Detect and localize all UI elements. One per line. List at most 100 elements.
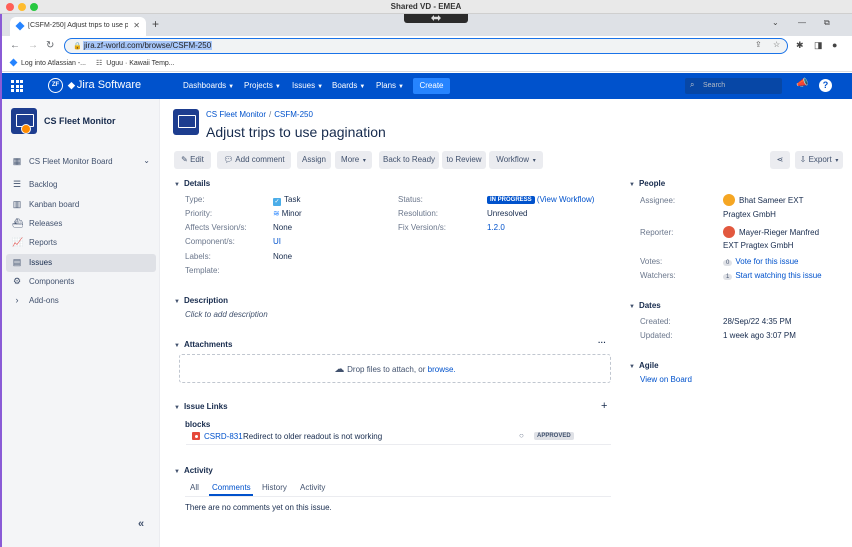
- jira-logo-icon: ◆: [68, 80, 75, 90]
- nav-issues[interactable]: Issues ▼: [292, 81, 323, 90]
- close-tab-icon[interactable]: ✕: [133, 21, 140, 30]
- board-selector[interactable]: ▦ CS Fleet Monitor Board ⌄: [6, 153, 156, 171]
- watch-link[interactable]: Start watching this issue: [735, 271, 821, 280]
- activity-heading-label: Activity: [183, 466, 213, 475]
- attachment-dropzone[interactable]: ☁ Drop files to attach, or browse.: [179, 354, 611, 383]
- extensions-puzzle-icon[interactable]: ✱: [796, 40, 804, 51]
- lock-icon[interactable]: 🔒: [73, 42, 82, 50]
- to-review-button[interactable]: to Review: [442, 151, 486, 169]
- atlassian-icon: [9, 58, 18, 67]
- jira-brand[interactable]: ◆ Jira Software: [68, 79, 141, 91]
- nav-dashboards[interactable]: Dashboards ▼: [183, 81, 234, 90]
- url-text[interactable]: jira.zf-world.com/browse/CSFM-250: [83, 41, 213, 50]
- bookmark-uguu[interactable]: ☷ Uguu · Kawaii Temp...: [96, 59, 175, 67]
- export-icon: ⇩: [799, 155, 809, 164]
- agile-heading[interactable]: ▼ Agile: [629, 361, 659, 370]
- browse-link[interactable]: browse.: [428, 365, 456, 374]
- description-placeholder[interactable]: Click to add description: [185, 310, 268, 319]
- sidebar-item-components[interactable]: ⚙ Components: [6, 273, 156, 291]
- nav-plans[interactable]: Plans ▼: [376, 81, 404, 90]
- more-button[interactable]: More ▾: [335, 151, 372, 169]
- profile-icon[interactable]: ●: [832, 40, 837, 50]
- status-lozenge: IN PROGRESS: [487, 196, 535, 204]
- labels-value[interactable]: None: [273, 252, 292, 261]
- activity-heading[interactable]: ▼ Activity: [174, 466, 213, 475]
- project-avatar-small[interactable]: [173, 109, 199, 135]
- reports-icon: 📈: [12, 237, 24, 247]
- browser-tab[interactable]: [CSFM-250] Adjust trips to use pa ✕: [10, 17, 146, 36]
- breadcrumb-project[interactable]: CS Fleet Monitor: [206, 110, 266, 119]
- priority-label: Priority:: [185, 209, 213, 218]
- share-icon[interactable]: ⇪: [755, 40, 762, 49]
- priority-value[interactable]: ≋ Minor: [273, 209, 302, 218]
- nav-projects[interactable]: Projects ▼: [244, 81, 281, 90]
- assignee-name[interactable]: Bhat Sameer EXT: [739, 196, 803, 205]
- components-value[interactable]: UI: [273, 237, 281, 246]
- sidebar-item-add-ons[interactable]: › Add-ons: [6, 292, 156, 310]
- dates-heading[interactable]: ▼ Dates: [629, 301, 661, 310]
- forward-arrow-icon[interactable]: →: [28, 40, 38, 51]
- workflow-button[interactable]: Workflow ▾: [489, 151, 543, 169]
- sidebar-item-releases[interactable]: ⛴ Releases: [6, 215, 156, 233]
- sidebar-item-kanban-board[interactable]: ▥ Kanban board: [6, 196, 156, 214]
- tab-search-chevron-icon[interactable]: ⌄: [772, 18, 779, 27]
- address-bar[interactable]: 🔒 jira.zf-world.com/browse/CSFM-250 ⇪ ☆: [64, 38, 788, 54]
- watchers-value: 1 Start watching this issue: [723, 271, 822, 280]
- export-button[interactable]: ⇩ Export ▾: [795, 151, 843, 169]
- add-link-icon[interactable]: +: [601, 400, 607, 412]
- app-switcher-icon[interactable]: [11, 80, 23, 92]
- add-comment-button[interactable]: 💬︎ Add comment: [217, 151, 291, 169]
- remote-session-handle[interactable]: [404, 14, 468, 23]
- assignee-avatar[interactable]: [723, 194, 735, 206]
- minimize-icon[interactable]: —: [798, 18, 806, 27]
- type-value[interactable]: ✓ Task: [273, 195, 300, 206]
- view-on-board-link[interactable]: View on Board: [640, 375, 692, 384]
- collapse-sidebar-icon[interactable]: «: [138, 518, 144, 530]
- back-to-ready-button[interactable]: Back to Ready: [379, 151, 439, 169]
- share-button[interactable]: ⋖: [770, 151, 790, 169]
- sidebar-item-issues[interactable]: ▤ Issues: [6, 254, 156, 272]
- breadcrumb-issue-key[interactable]: CSFM-250: [274, 110, 313, 119]
- chevron-down-icon: ⌄: [143, 156, 150, 165]
- project-name[interactable]: CS Fleet Monitor: [44, 116, 116, 126]
- side-panel-icon[interactable]: ◨: [814, 40, 823, 51]
- view-workflow-link[interactable]: (View Workflow): [537, 195, 595, 204]
- reporter-name[interactable]: Mayer-Rieger Manfred: [739, 228, 819, 237]
- restore-icon[interactable]: ⧉: [824, 18, 830, 28]
- reporter-avatar[interactable]: [723, 226, 735, 238]
- edit-button[interactable]: ✎ Edit: [174, 151, 211, 169]
- assign-button[interactable]: Assign: [297, 151, 331, 169]
- attachments-more-icon[interactable]: ···: [598, 338, 606, 347]
- bookmark-atlassian[interactable]: Log into Atlassian -...: [9, 58, 86, 67]
- issue-links-heading[interactable]: ▼ Issue Links: [174, 402, 228, 411]
- search-input[interactable]: ⌕ Search: [685, 78, 782, 94]
- zf-logo[interactable]: ZF: [48, 78, 63, 93]
- affects-versions-value[interactable]: None: [273, 223, 292, 232]
- help-icon[interactable]: ?: [819, 79, 832, 92]
- chevron-down-icon: ▼: [398, 84, 404, 90]
- issue-title[interactable]: Adjust trips to use pagination: [206, 124, 386, 140]
- issue-link-row[interactable]: CSRD-831 Redirect to older readout is no…: [186, 431, 611, 445]
- sidebar-item-backlog[interactable]: ☰ Backlog: [6, 176, 156, 194]
- vote-link[interactable]: Vote for this issue: [735, 257, 798, 266]
- people-heading[interactable]: ▼ People: [629, 179, 665, 188]
- fix-versions-value[interactable]: 1.2.0: [487, 223, 505, 232]
- nav-boards[interactable]: Boards ▼: [332, 81, 365, 90]
- reload-icon[interactable]: ↻: [46, 40, 54, 51]
- description-heading[interactable]: ▼ Description: [174, 296, 228, 305]
- tab-history[interactable]: History: [262, 483, 287, 492]
- new-tab-icon[interactable]: +: [152, 17, 159, 31]
- create-button[interactable]: Create: [413, 78, 450, 94]
- linked-issue-key[interactable]: CSRD-831: [204, 432, 243, 441]
- back-arrow-icon[interactable]: ←: [10, 40, 20, 51]
- notifications-megaphone-icon[interactable]: 📣: [796, 78, 808, 89]
- attachments-heading[interactable]: ▼ Attachments: [174, 340, 232, 349]
- status-value[interactable]: IN PROGRESS (View Workflow): [487, 195, 594, 204]
- details-heading[interactable]: ▼ Details: [174, 179, 210, 188]
- pencil-icon: ✎: [181, 155, 191, 164]
- tab-all[interactable]: All: [190, 483, 199, 492]
- tab-activity[interactable]: Activity: [300, 483, 325, 492]
- sidebar-item-reports[interactable]: 📈 Reports: [6, 234, 156, 252]
- bookmark-star-icon[interactable]: ☆: [773, 40, 780, 49]
- tab-comments[interactable]: Comments: [212, 483, 251, 492]
